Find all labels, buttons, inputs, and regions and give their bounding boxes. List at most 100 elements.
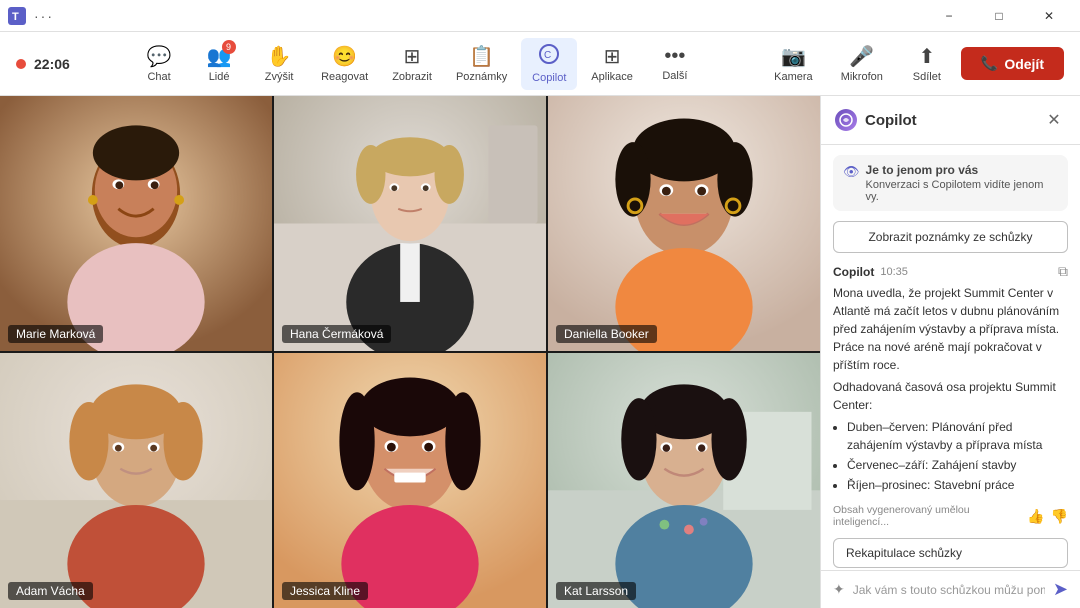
toolbar: 22:06 💬 Chat 👥9 Lidé ✋ Zvýšit 😊 Reagovat…	[0, 32, 1080, 96]
message-text-1: Mona uvedla, že projekt Summit Center v …	[833, 284, 1068, 374]
camera-button[interactable]: 📷 Kamera	[764, 38, 823, 89]
more-icon: •••	[664, 45, 685, 68]
mic-button[interactable]: 🎤 Mikrofon	[831, 38, 893, 89]
action-buttons: Rekapitulace schůzky Seznam položek akcí…	[833, 538, 1068, 570]
copilot-title: Copilot	[865, 112, 1034, 129]
svg-text:T: T	[12, 11, 19, 23]
recap-label: Rekapitulace schůzky	[846, 546, 962, 560]
svg-text:C: C	[544, 50, 551, 61]
video-tile-2: Hana Čermáková	[274, 96, 546, 351]
message-sender: Copilot	[833, 265, 874, 279]
copilot-notice: 👁 Je to jenom pro vás Konverzaci s Copil…	[833, 155, 1068, 211]
react-label: Reagovat	[321, 71, 368, 83]
main-content: Marie Marková	[0, 96, 1080, 608]
share-button[interactable]: ⬆ Sdílet	[901, 38, 953, 89]
notes-label: Poznámky	[456, 71, 507, 83]
video-tile-4: Adam Vácha	[0, 353, 272, 608]
toolbar-apps[interactable]: ⊞ Aplikace	[581, 38, 643, 89]
leave-phone-icon: 📞	[981, 55, 998, 72]
raise-label: Zvýšit	[265, 71, 294, 83]
people-label: Lidé	[209, 71, 230, 83]
notice-title: Je to jenom pro vás	[866, 163, 1058, 177]
eye-icon: 👁	[843, 164, 860, 180]
video-tile-6: Kat Larsson	[548, 353, 820, 608]
video-tile-3: Daniella Booker	[548, 96, 820, 351]
toolbar-more[interactable]: ••• Další	[647, 39, 703, 88]
video-name-6: Kat Larsson	[556, 582, 636, 600]
copilot-label: Copilot	[532, 72, 566, 84]
chat-icon: 💬	[147, 44, 172, 69]
mic-label: Mikrofon	[841, 71, 883, 83]
video-name-2: Hana Čermáková	[282, 325, 391, 343]
copilot-header: Copilot ✕	[821, 96, 1080, 145]
chat-label: Chat	[147, 71, 170, 83]
video-name-5: Jessica Kline	[282, 582, 368, 600]
record-time: 22:06	[34, 56, 70, 72]
close-button[interactable]: ✕	[1026, 0, 1072, 32]
title-bar-dots[interactable]: ···	[34, 8, 54, 24]
timeline-item-2: Červenec–září: Zahájení stavby	[847, 456, 1068, 474]
more-label: Další	[662, 70, 687, 82]
ai-note-actions: 👍 👎	[1027, 508, 1068, 525]
ai-generated-notice: Obsah vygenerovaný umělou inteligencí...…	[833, 504, 1068, 528]
view-label: Zobrazit	[392, 71, 432, 83]
video-grid: Marie Marková	[0, 96, 820, 608]
toolbar-notes[interactable]: 📋 Poznámky	[446, 38, 517, 89]
toolbar-right: 📷 Kamera 🎤 Mikrofon ⬆ Sdílet 📞 Copilot O…	[764, 38, 1064, 89]
toolbar-chat[interactable]: 💬 Chat	[131, 38, 187, 89]
copilot-toolbar-icon: C	[539, 44, 559, 70]
ai-note-text: Obsah vygenerovaný umělou inteligencí...	[833, 504, 1021, 528]
video-name-1: Marie Marková	[8, 325, 103, 343]
toolbar-react[interactable]: 😊 Reagovat	[311, 38, 378, 89]
message-timeline-list: Duben–červen: Plánování před zahájením v…	[847, 418, 1068, 496]
recap-button[interactable]: Rekapitulace schůzky	[833, 538, 1068, 568]
copilot-logo-icon	[835, 109, 857, 131]
view-icon: ⊞	[404, 44, 421, 69]
timeline-item-3: Říjen–prosinec: Stavební práce	[847, 476, 1068, 494]
teams-logo-icon: T	[8, 7, 26, 25]
react-icon: 😊	[332, 44, 357, 69]
people-icon: 👥9	[207, 44, 232, 69]
video-tile-1: Marie Marková	[0, 96, 272, 351]
show-notes-button[interactable]: Zobrazit poznámky ze schůzky	[833, 221, 1068, 253]
apps-icon: ⊞	[604, 44, 621, 69]
video-name-3: Daniella Booker	[556, 325, 657, 343]
timeline-item-1: Duben–červen: Plánování před zahájením v…	[847, 418, 1068, 454]
toolbar-view[interactable]: ⊞ Zobrazit	[382, 38, 442, 89]
leave-button[interactable]: 📞 Copilot Odejít	[961, 47, 1064, 80]
thumbs-up-button[interactable]: 👍	[1027, 508, 1044, 525]
raise-icon: ✋	[267, 44, 292, 69]
video-tile-5: Jessica Kline	[274, 353, 546, 608]
notice-text: Konverzaci s Copilotem vidíte jenom vy.	[866, 179, 1058, 203]
copilot-message: Copilot 10:35 ⧉ Mona uvedla, že projekt …	[833, 263, 1068, 528]
copilot-panel: Copilot ✕ 👁 Je to jenom pro vás Konverza…	[820, 96, 1080, 608]
record-indicator	[16, 59, 26, 69]
copilot-body: 👁 Je to jenom pro vás Konverzaci s Copil…	[821, 145, 1080, 570]
input-prompt-icon: ✦	[833, 581, 845, 598]
title-bar: T ··· − □ ✕	[0, 0, 1080, 32]
notes-icon: 📋	[469, 44, 494, 69]
title-bar-controls: − □ ✕	[926, 0, 1072, 32]
camera-icon: 📷	[781, 44, 806, 69]
copilot-close-button[interactable]: ✕	[1042, 108, 1066, 132]
send-button[interactable]: ➤	[1053, 579, 1068, 600]
minimize-button[interactable]: −	[926, 0, 972, 32]
message-header: Copilot 10:35 ⧉	[833, 263, 1068, 280]
message-timeline-heading: Odhadovaná časová osa projektu Summit Ce…	[833, 378, 1068, 414]
message-time: 10:35	[880, 266, 908, 278]
copy-message-button[interactable]: ⧉	[1058, 263, 1068, 280]
copilot-input[interactable]	[853, 583, 1045, 597]
thumbs-down-button[interactable]: 👎	[1051, 508, 1068, 525]
copilot-input-area: ✦ ➤	[821, 570, 1080, 608]
share-label: Sdílet	[913, 71, 941, 83]
toolbar-raise[interactable]: ✋ Zvýšit	[251, 38, 307, 89]
video-name-4: Adam Vácha	[8, 582, 93, 600]
toolbar-copilot[interactable]: C Copilot	[521, 38, 577, 90]
toolbar-people[interactable]: 👥9 Lidé	[191, 38, 247, 89]
apps-label: Aplikace	[591, 71, 633, 83]
maximize-button[interactable]: □	[976, 0, 1022, 32]
share-icon: ⬆	[918, 44, 935, 69]
camera-label: Kamera	[774, 71, 813, 83]
toolbar-center: 💬 Chat 👥9 Lidé ✋ Zvýšit 😊 Reagovat ⊞ Zob…	[131, 38, 703, 90]
toolbar-left: 22:06	[16, 56, 70, 72]
